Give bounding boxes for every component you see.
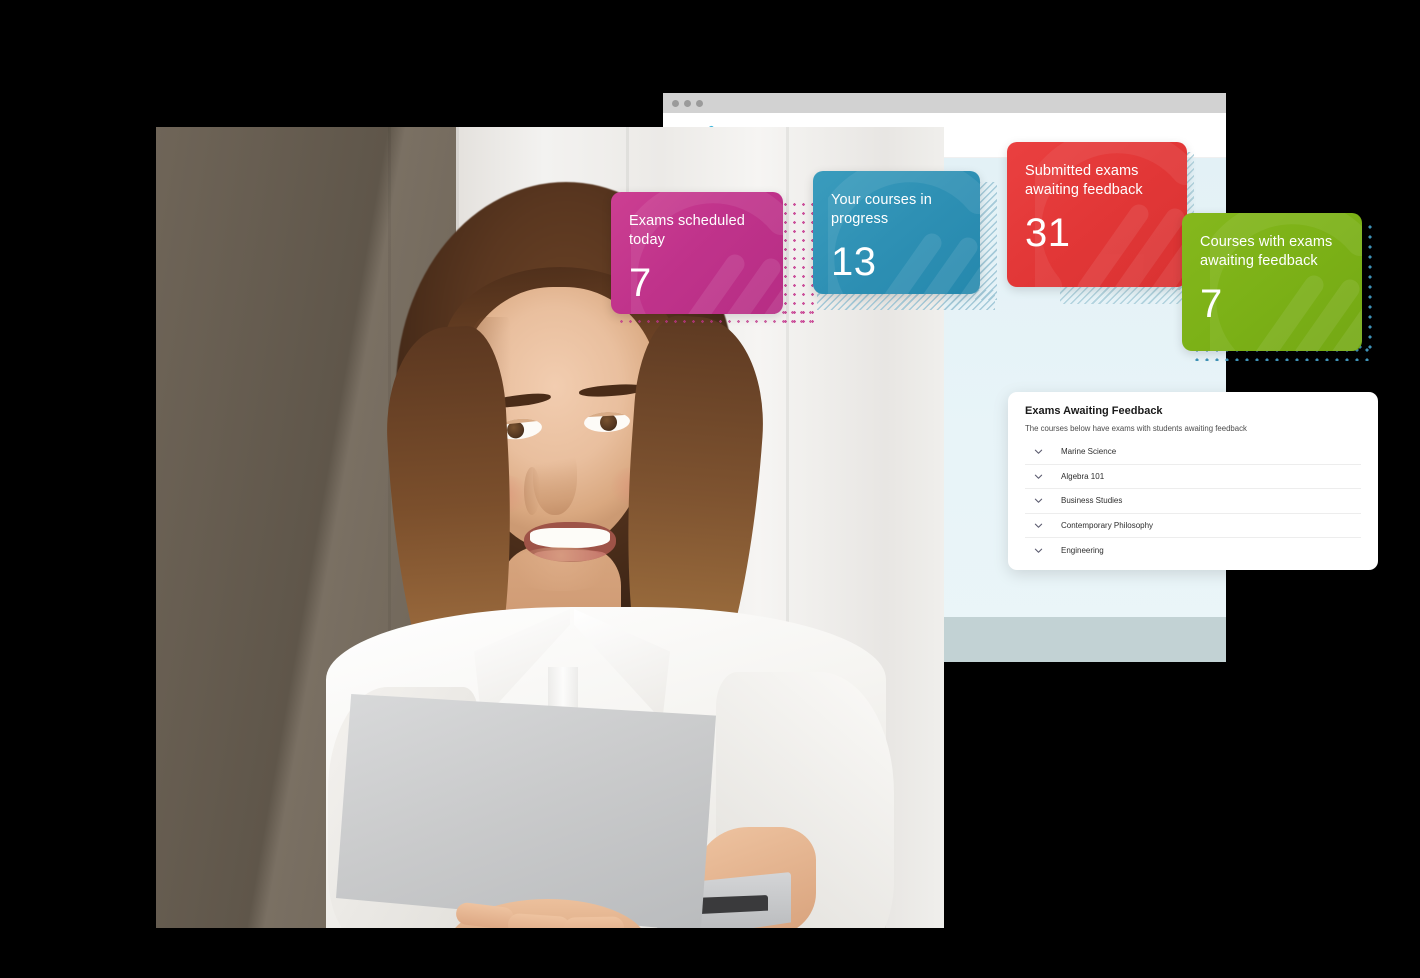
list-item[interactable]: Engineering: [1025, 538, 1361, 563]
stat-card-label: Your courses in progress: [831, 192, 932, 227]
course-name: Engineering: [1061, 545, 1104, 555]
stat-card-submitted-exams-awaiting-feedback[interactable]: Submitted exams awaiting feedback 31: [1007, 142, 1187, 287]
stat-card-value: 31: [1025, 211, 1071, 256]
chevron-down-icon[interactable]: [1034, 447, 1043, 456]
exams-course-list: Marine Science Algebra 101 Business Stud…: [1025, 440, 1361, 563]
stat-card-value: 13: [831, 240, 877, 285]
course-name: Contemporary Philosophy: [1061, 520, 1154, 530]
laptop-lid: [336, 694, 716, 928]
list-item[interactable]: Contemporary Philosophy: [1025, 514, 1361, 538]
stat-card-label: Courses with exams awaiting feedback: [1200, 234, 1333, 269]
stat-card-value: 7: [1200, 282, 1223, 327]
exams-panel-subtitle: The courses below have exams with studen…: [1025, 424, 1247, 433]
course-name: Marine Science: [1061, 447, 1117, 457]
list-item[interactable]: Algebra 101: [1025, 465, 1361, 489]
nose-shading: [524, 467, 540, 515]
stat-card-your-courses-in-progress[interactable]: Your courses in progress 13: [813, 171, 980, 294]
exams-awaiting-feedback-panel: Exams Awaiting Feedback The courses belo…: [1008, 392, 1378, 570]
chevron-down-icon[interactable]: [1034, 521, 1043, 530]
stat-card-exams-scheduled-today[interactable]: Exams scheduled today 7: [611, 192, 783, 314]
list-item[interactable]: Business Studies: [1025, 489, 1361, 514]
chin-highlight: [506, 547, 616, 591]
course-name: Algebra 101: [1061, 471, 1105, 481]
list-item[interactable]: Marine Science: [1025, 440, 1361, 465]
stat-card-courses-with-exams-awaiting-feedback[interactable]: Courses with exams awaiting feedback 7: [1182, 213, 1362, 351]
stat-card-label: Submitted exams awaiting feedback: [1025, 163, 1143, 198]
stat-card-label: Exams scheduled today: [629, 213, 745, 248]
window-close-dot[interactable]: [672, 99, 679, 107]
composite-stage: Exams scheduled today 7 Your courses in …: [0, 0, 1420, 978]
stat-card-value: 7: [629, 261, 652, 306]
course-name: Business Studies: [1061, 496, 1123, 506]
window-maximize-dot[interactable]: [696, 99, 703, 107]
browser-titlebar: [663, 93, 1226, 113]
nose: [533, 439, 577, 515]
exams-panel-title: Exams Awaiting Feedback: [1025, 405, 1163, 417]
window-minimize-dot[interactable]: [684, 99, 691, 107]
chevron-down-icon[interactable]: [1034, 496, 1043, 505]
chevron-down-icon[interactable]: [1034, 546, 1043, 555]
finger: [563, 916, 625, 928]
chevron-down-icon[interactable]: [1034, 472, 1043, 481]
